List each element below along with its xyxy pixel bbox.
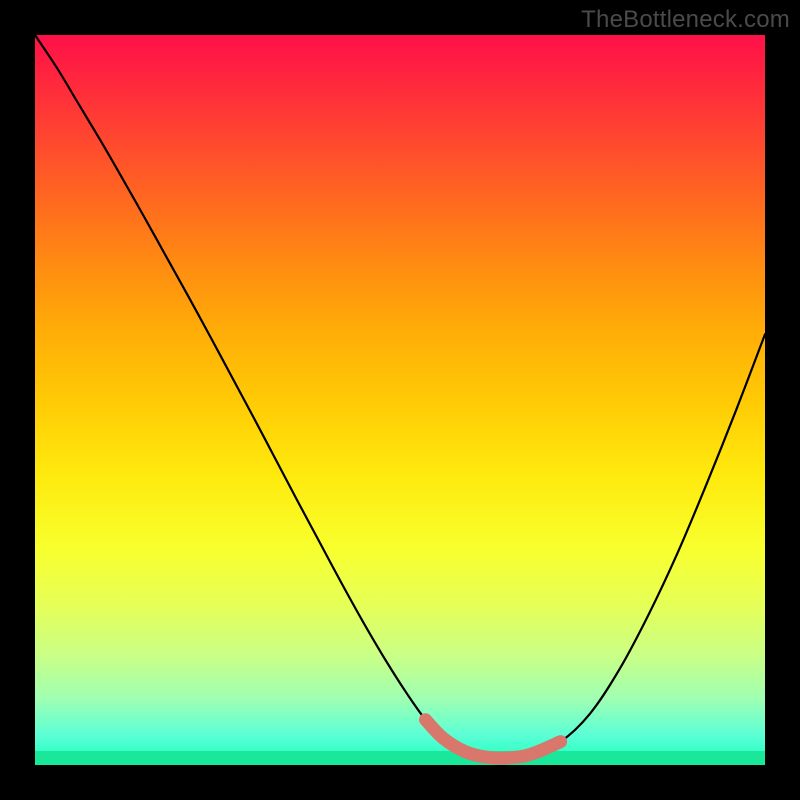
bottleneck-curve (35, 35, 765, 758)
watermark-label: TheBottleneck.com (581, 6, 790, 34)
curve-layer (35, 35, 765, 765)
plot-area (35, 35, 765, 765)
optimal-region-overlay (426, 720, 561, 758)
chart-frame: TheBottleneck.com (0, 0, 800, 800)
